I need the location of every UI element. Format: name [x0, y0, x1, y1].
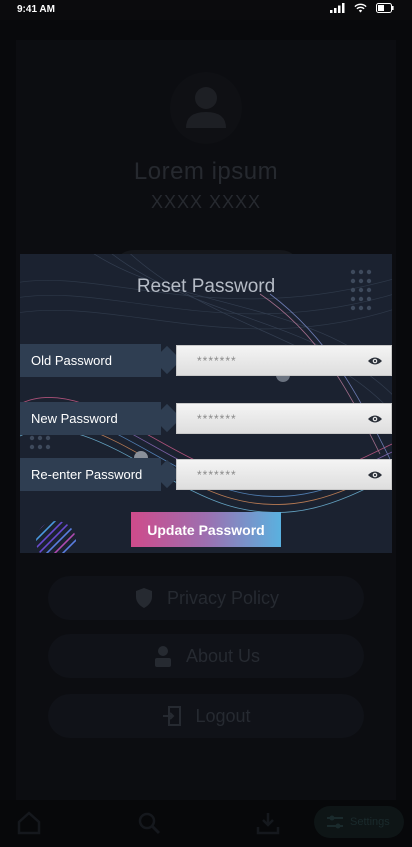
settings-label: Settings	[350, 816, 390, 828]
reenter-password-value: *******	[197, 467, 237, 482]
home-icon[interactable]	[16, 810, 42, 836]
new-password-label: New Password	[20, 402, 161, 435]
reset-password-modal: Reset Password Old Password ******* New …	[20, 254, 392, 553]
old-password-value: *******	[197, 353, 237, 368]
profile-subtitle: XXXX XXXX	[150, 192, 262, 212]
profile-name: Lorem ipsum	[133, 158, 279, 185]
battery-icon	[376, 3, 394, 13]
status-bar: 9:41 AM	[0, 0, 412, 20]
user-icon	[186, 87, 226, 128]
logout-button[interactable]: Logout	[48, 694, 364, 738]
old-password-row: Old Password *******	[20, 344, 392, 377]
old-password-label: Old Password	[20, 344, 161, 377]
avatar[interactable]	[170, 72, 242, 144]
person-icon	[154, 646, 171, 667]
shield-icon	[135, 588, 152, 608]
logout-icon	[163, 706, 182, 726]
about-us-label: About Us	[185, 645, 261, 666]
new-password-row: New Password *******	[20, 402, 392, 435]
eye-icon[interactable]	[367, 413, 383, 425]
reenter-password-label: Re-enter Password	[20, 458, 161, 491]
new-password-value: *******	[197, 411, 237, 426]
wifi-icon	[354, 3, 367, 13]
status-icons	[330, 3, 394, 13]
status-time: 9:41 AM	[17, 4, 55, 15]
signal-icon	[330, 3, 345, 13]
reenter-password-row: Re-enter Password *******	[20, 458, 392, 491]
eye-icon[interactable]	[367, 469, 383, 481]
modal-title: Reset Password	[136, 276, 276, 297]
eye-icon[interactable]	[367, 355, 383, 367]
privacy-policy-label: Privacy Policy	[166, 587, 280, 608]
privacy-policy-button[interactable]: Privacy Policy	[48, 576, 364, 620]
search-icon[interactable]	[136, 810, 162, 836]
update-password-button[interactable]: Update Password	[131, 512, 281, 547]
settings-tab[interactable]: Settings	[314, 806, 404, 838]
about-us-button[interactable]: About Us	[48, 634, 364, 678]
old-password-field[interactable]: *******	[176, 345, 392, 376]
bottom-nav: Settings	[0, 800, 412, 847]
new-password-field[interactable]: *******	[176, 403, 392, 434]
sliders-icon	[327, 815, 343, 829]
reenter-password-field[interactable]: *******	[176, 459, 392, 490]
download-icon[interactable]	[255, 810, 281, 836]
logout-label: Logout	[195, 705, 251, 726]
